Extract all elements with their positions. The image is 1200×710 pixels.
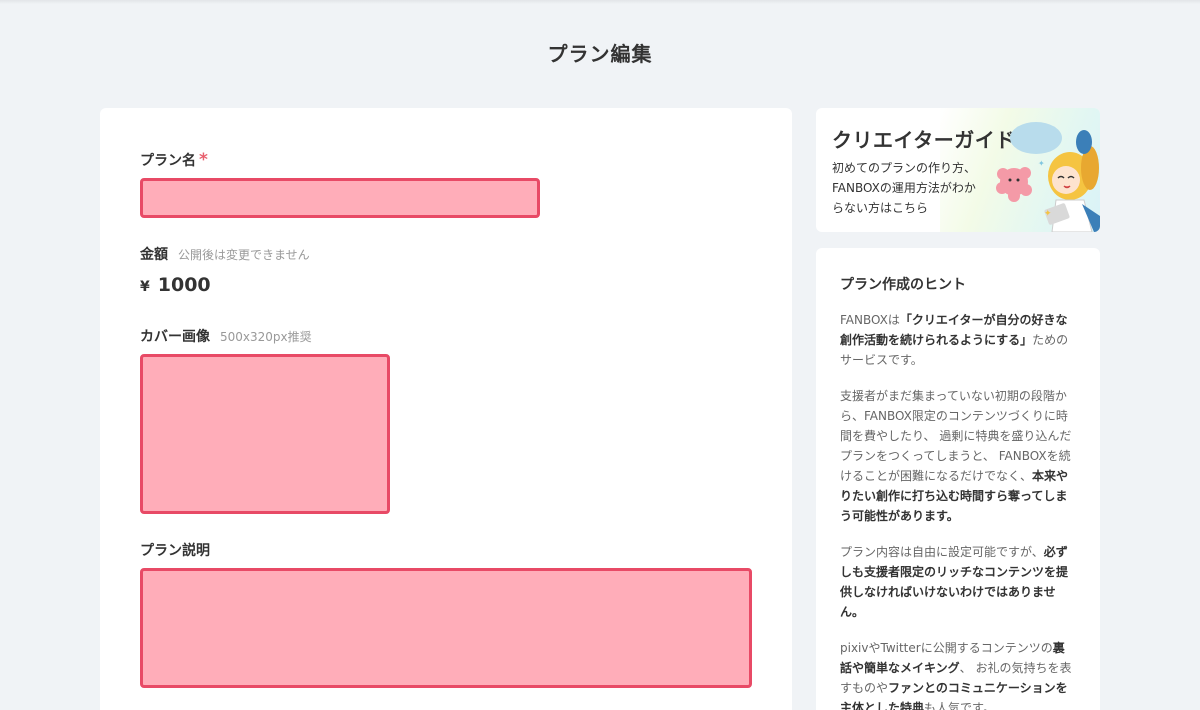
- mascot-character-illustration: ✦ ✦: [996, 122, 1100, 232]
- hint-text: FANBOXは: [840, 313, 900, 327]
- description-textarea[interactable]: [140, 568, 752, 688]
- description-label: プラン説明: [140, 543, 210, 559]
- required-mark: *: [199, 150, 208, 170]
- hints-body: FANBOXは「クリエイターが自分の好きな創作活動を続けられるようにする」ための…: [840, 310, 1072, 710]
- svg-text:✦: ✦: [1038, 159, 1045, 168]
- hint-text: pixivやTwitterに公開するコンテンツの: [840, 641, 1053, 655]
- hint-text: プラン内容は自由に設定可能ですが、: [840, 545, 1044, 559]
- plan-hints-card: プラン作成のヒント FANBOXは「クリエイターが自分の好きな創作活動を続けられ…: [816, 248, 1100, 710]
- currency-symbol: ¥: [140, 279, 150, 295]
- plan-form-card: プラン名 * 金額 公開後は変更できません ¥1000 カバー画像 500x320…: [100, 108, 792, 710]
- hints-title: プラン作成のヒント: [840, 277, 966, 293]
- creator-guide-banner[interactable]: クリエイターガイド 初めてのプランの作り方、FANBOXの運用方法がわからない方…: [816, 108, 1100, 232]
- cover-image-note: 500x320px推奨: [220, 330, 312, 344]
- cover-image-label: カバー画像: [140, 329, 210, 345]
- price-note: 公開後は変更できません: [178, 248, 310, 262]
- cover-image-upload[interactable]: [140, 354, 390, 514]
- hint-paragraph: 支援者がまだ集まっていない初期の段階から、FANBOX限定のコンテンツづくりに時…: [840, 386, 1072, 526]
- guide-description: 初めてのプランの作り方、FANBOXの運用方法がわからない方はこちら: [832, 161, 977, 215]
- page-title: プラン編集: [547, 42, 653, 66]
- hint-paragraph: FANBOXは「クリエイターが自分の好きな創作活動を続けられるようにする」ための…: [840, 310, 1072, 370]
- price-display: ¥1000: [140, 274, 211, 296]
- top-shadow: [0, 0, 1200, 4]
- price-amount: 1000: [157, 274, 211, 296]
- plan-name-input[interactable]: [140, 178, 540, 218]
- plan-name-label-text: プラン名: [140, 153, 196, 169]
- guide-title: クリエイターガイド: [832, 128, 1016, 152]
- price-label: 金額: [140, 247, 168, 263]
- plan-name-label: プラン名 *: [140, 150, 208, 170]
- svg-text:✦: ✦: [1044, 209, 1052, 219]
- hint-paragraph: pixivやTwitterに公開するコンテンツの裏話や簡単なメイキング、 お礼の…: [840, 638, 1072, 710]
- hint-paragraph: プラン内容は自由に設定可能ですが、必ずしも支援者限定のリッチなコンテンツを提供し…: [840, 542, 1072, 622]
- hint-text: も人気です。: [924, 701, 995, 710]
